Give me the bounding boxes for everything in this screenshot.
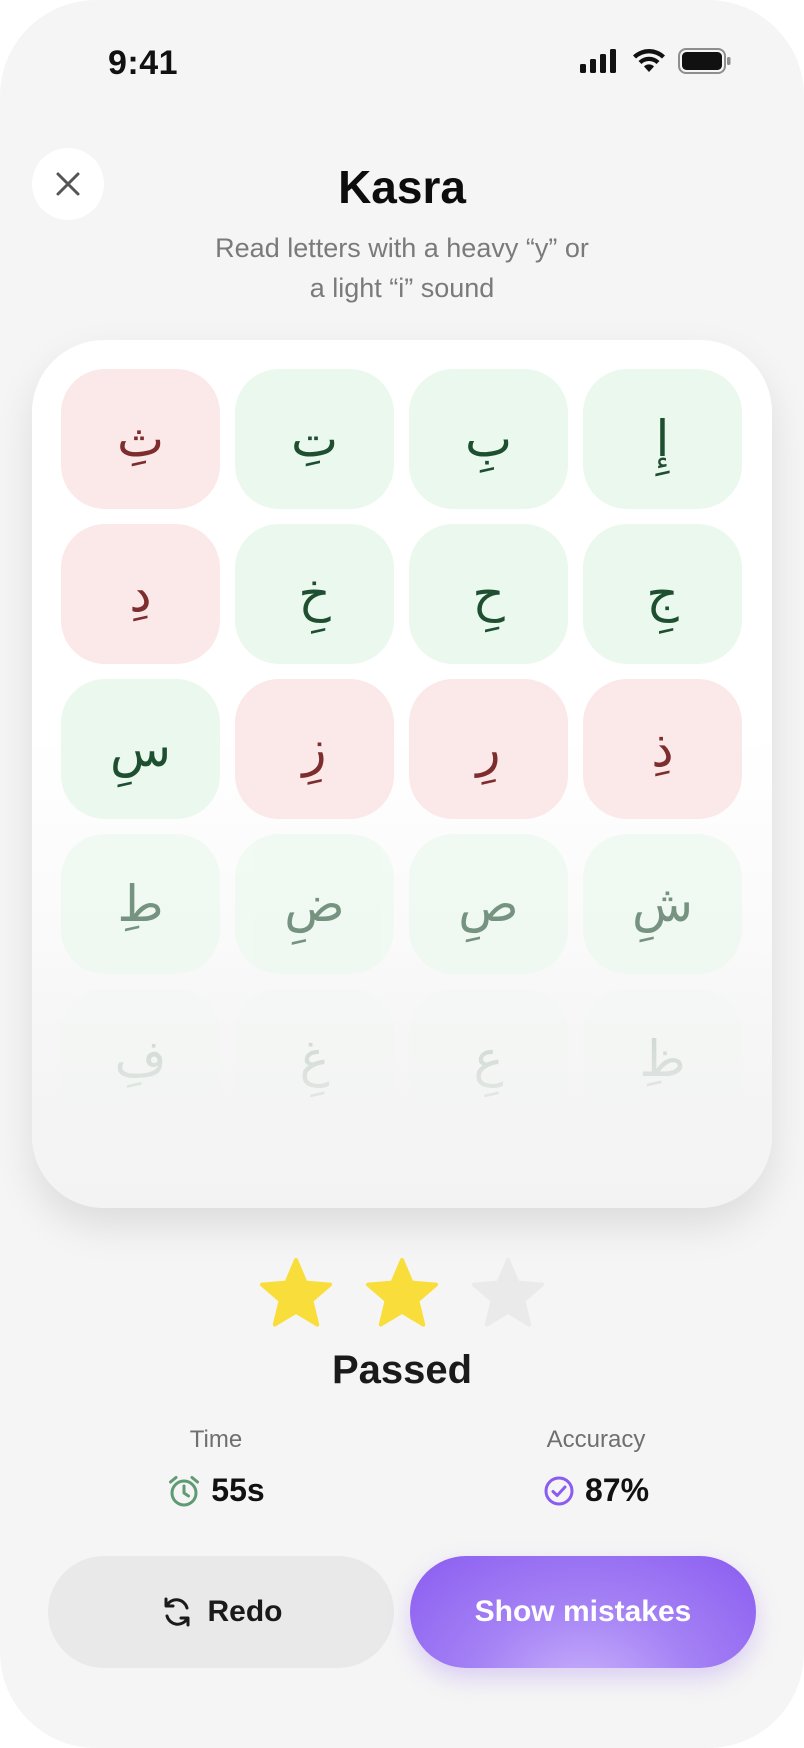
screen: 9:41 Kasra Read letters with a heavy “y”… xyxy=(0,0,804,1748)
cellular-signal-icon xyxy=(580,49,616,73)
letter-tile[interactable]: إِ xyxy=(583,369,742,509)
letter-glyph: ظِ xyxy=(639,1030,686,1088)
redo-label: Redo xyxy=(207,1595,283,1628)
letter-tile[interactable]: غِ xyxy=(235,989,394,1129)
letter-glyph: جِ xyxy=(646,565,679,623)
letter-glyph: غِ xyxy=(299,1030,330,1088)
letter-glyph: بِ xyxy=(464,410,513,468)
letter-glyph: تِ xyxy=(290,410,339,468)
letter-glyph: زِ xyxy=(302,720,327,778)
letter-glyph: خِ xyxy=(298,565,331,623)
letter-glyph: ثِ xyxy=(116,410,165,468)
wifi-icon xyxy=(633,49,665,72)
accuracy-value-row: 87% xyxy=(516,1472,676,1509)
letter-tile[interactable]: خِ xyxy=(235,524,394,664)
alarm-clock-icon xyxy=(169,1475,200,1506)
letter-tile[interactable]: صِ xyxy=(409,834,568,974)
letter-tile[interactable]: زِ xyxy=(235,679,394,819)
show-mistakes-button[interactable]: Show mistakes xyxy=(410,1556,756,1668)
letter-glyph: فِ xyxy=(114,1030,167,1088)
letter-tile[interactable]: عِ xyxy=(409,989,568,1129)
letter-glyph: ذِ xyxy=(651,720,674,778)
letter-glyph: طِ xyxy=(117,875,164,933)
status-icons xyxy=(580,48,732,74)
letter-tile[interactable]: جِ xyxy=(583,524,742,664)
show-mistakes-label: Show mistakes xyxy=(474,1595,692,1628)
redo-icon xyxy=(164,1597,189,1627)
letter-tile[interactable]: ضِ xyxy=(235,834,394,974)
letter-glyph: حِ xyxy=(472,565,505,623)
battery-icon xyxy=(678,48,731,74)
letter-glyph: عِ xyxy=(473,1030,504,1088)
accuracy-value: 87% xyxy=(584,1472,650,1508)
letter-tile[interactable]: فِ xyxy=(61,989,220,1129)
letter-tile[interactable]: ثِ xyxy=(61,369,220,509)
accuracy-stat: Accuracy 87% xyxy=(516,1426,676,1509)
time-value: 55s xyxy=(211,1472,265,1508)
letter-glyph: شِ xyxy=(631,875,694,933)
time-label: Time xyxy=(189,1426,243,1453)
letter-grid-card: ثِ تِ بِ إِ دِ خِ حِ جِ سِ زِ رِ ذِ طِ ض… xyxy=(32,340,772,1208)
letter-tile[interactable]: تِ xyxy=(235,369,394,509)
letter-glyph: سِ xyxy=(109,720,172,778)
letter-glyph: صِ xyxy=(458,875,519,933)
result-label: Passed xyxy=(331,1348,473,1392)
star-rating xyxy=(258,1256,546,1332)
letter-tile[interactable]: ذِ xyxy=(583,679,742,819)
page-subtitle: Read letters with a heavy “y” or a light… xyxy=(180,228,624,308)
letter-glyph: رِ xyxy=(476,720,501,778)
letter-tile[interactable]: رِ xyxy=(409,679,568,819)
page-title: Kasra xyxy=(338,161,466,213)
subtitle-line-2: a light “i” sound xyxy=(309,273,495,303)
letter-glyph: إِ xyxy=(655,410,670,468)
check-circle-icon xyxy=(544,1476,574,1505)
letter-grid: ثِ تِ بِ إِ دِ خِ حِ جِ سِ زِ رِ ذِ طِ ض… xyxy=(61,369,742,1129)
letter-glyph: دِ xyxy=(129,565,152,623)
letter-glyph: ضِ xyxy=(284,875,345,933)
letter-tile[interactable]: طِ xyxy=(61,834,220,974)
letter-tile[interactable]: ظِ xyxy=(583,989,742,1129)
letter-tile[interactable]: سِ xyxy=(61,679,220,819)
subtitle-line-1: Read letters with a heavy “y” or xyxy=(215,233,589,263)
star-icon xyxy=(472,1258,544,1327)
accuracy-label: Accuracy xyxy=(546,1426,646,1453)
letter-tile[interactable]: حِ xyxy=(409,524,568,664)
letter-tile[interactable]: شِ xyxy=(583,834,742,974)
status-time: 9:41 xyxy=(108,44,179,82)
time-stat: Time 55s xyxy=(150,1426,282,1509)
time-value-row: 55s xyxy=(150,1472,282,1509)
letter-tile[interactable]: بِ xyxy=(409,369,568,509)
redo-button[interactable]: Redo xyxy=(48,1556,394,1668)
star-icon xyxy=(366,1258,438,1327)
star-icon xyxy=(260,1258,332,1327)
letter-tile[interactable]: دِ xyxy=(61,524,220,664)
